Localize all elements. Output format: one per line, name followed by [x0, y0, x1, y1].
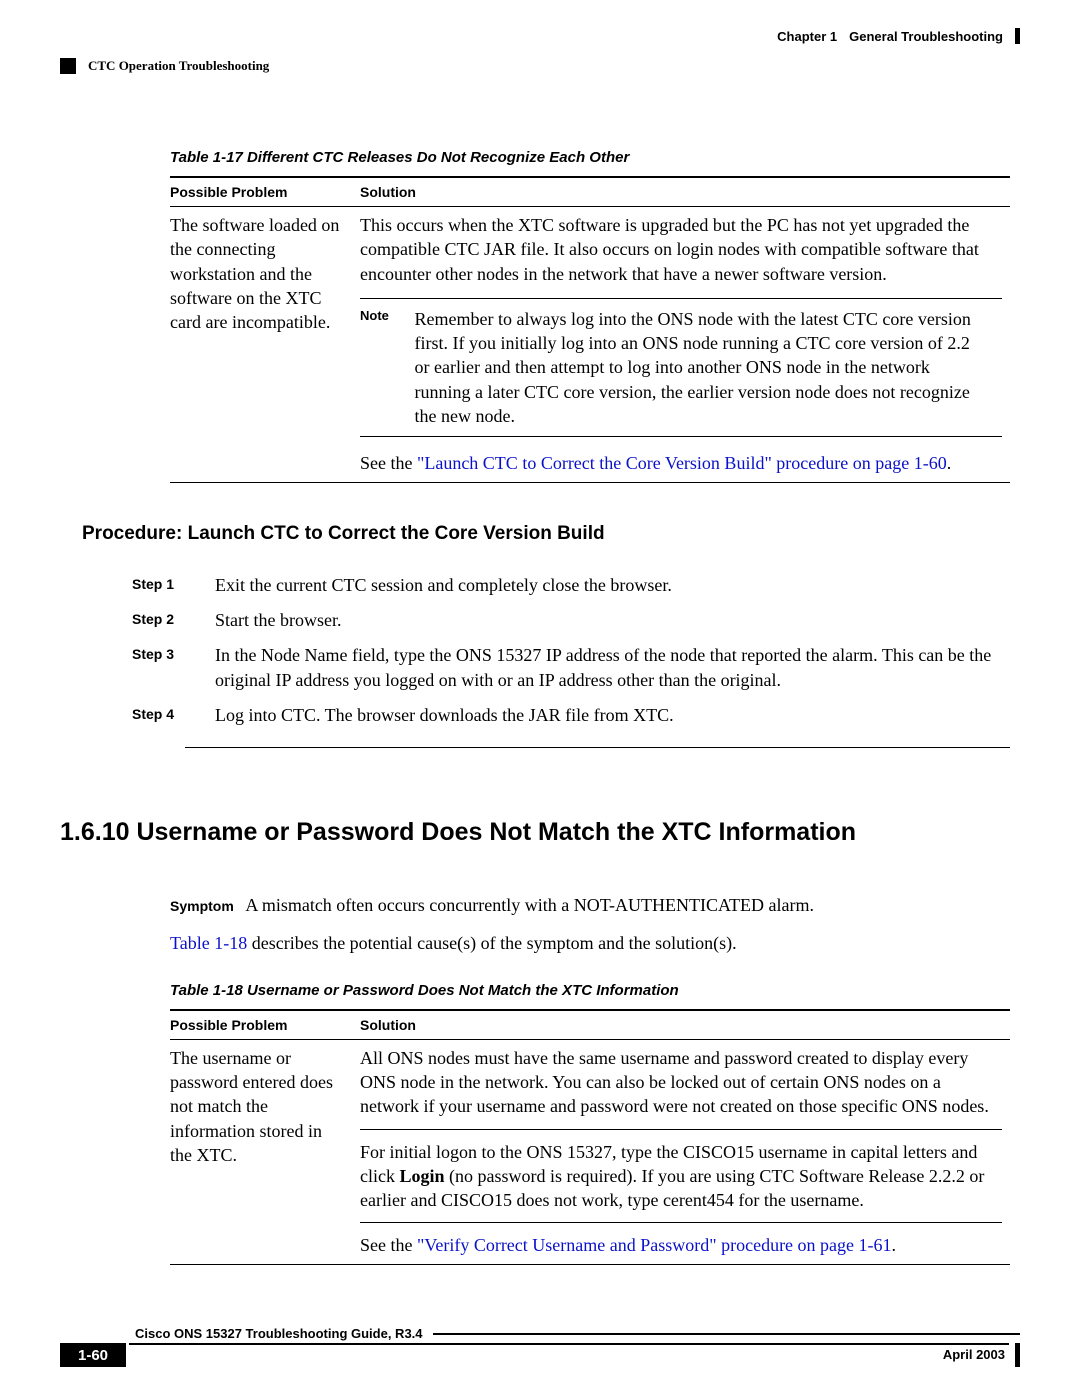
- footer-date: April 2003: [935, 1343, 1009, 1367]
- table18-see: See the "Verify Correct Username and Pas…: [360, 1233, 1002, 1257]
- step-text: In the Node Name field, type the ONS 153…: [215, 643, 1010, 693]
- table18-inner-rule2: [360, 1222, 1002, 1223]
- table18-col1-header: Possible Problem: [170, 1010, 360, 1040]
- note-text: Remember to always log into the ONS node…: [415, 307, 975, 428]
- page-number: 1-60: [60, 1343, 126, 1367]
- table17-note: Note Remember to always log into the ONS…: [360, 298, 1002, 437]
- table18-caption: Table 1-18 Username or Password Does Not…: [170, 982, 1010, 999]
- step-text: Start the browser.: [215, 608, 1010, 633]
- step-row: Step 2 Start the browser.: [132, 608, 1010, 633]
- see-link[interactable]: "Launch CTC to Correct the Core Version …: [417, 453, 947, 473]
- table18-ref-link[interactable]: Table 1-18: [170, 933, 247, 953]
- see-link[interactable]: "Verify Correct Username and Password" p…: [417, 1235, 892, 1255]
- footer-bar-icon: [1015, 1343, 1020, 1367]
- header-section-row: CTC Operation Troubleshooting: [60, 58, 1020, 74]
- footer-doc-title: Cisco ONS 15327 Troubleshooting Guide, R…: [135, 1326, 423, 1341]
- symptom-label: Symptom: [170, 898, 234, 914]
- table18-solution-p2: For initial logon to the ONS 15327, type…: [360, 1140, 1002, 1213]
- step-text: Exit the current CTC session and complet…: [215, 573, 1010, 598]
- table18-solution: All ONS nodes must have the same usernam…: [360, 1039, 1010, 1264]
- table18-problem: The username or password entered does no…: [170, 1039, 360, 1264]
- footer-rule: [433, 1333, 1020, 1335]
- table17-col2-header: Solution: [360, 177, 1010, 207]
- step-label: Step 3: [132, 643, 187, 693]
- header-bar-icon: [1015, 28, 1020, 44]
- procedure-steps: Step 1 Exit the current CTC session and …: [132, 573, 1010, 729]
- step-row: Step 1 Exit the current CTC session and …: [132, 573, 1010, 598]
- table18: Possible Problem Solution The username o…: [170, 1009, 1010, 1265]
- p2c: (no password is required). If you are us…: [360, 1166, 984, 1210]
- step-row: Step 3 In the Node Name field, type the …: [132, 643, 1010, 693]
- table17-solution-p1: This occurs when the XTC software is upg…: [360, 213, 1002, 286]
- chapter-number: Chapter 1: [777, 29, 837, 44]
- step-row: Step 4 Log into CTC. The browser downloa…: [132, 703, 1010, 728]
- see-suffix: .: [947, 453, 952, 473]
- see-prefix: See the: [360, 453, 417, 473]
- table18-solution-p1: All ONS nodes must have the same usernam…: [360, 1046, 1002, 1119]
- symptom-text: A mismatch often occurs concurrently wit…: [245, 895, 814, 915]
- login-bold: Login: [399, 1166, 444, 1186]
- table18-col2-header: Solution: [360, 1010, 1010, 1040]
- section-1610-heading: 1.6.10 Username or Password Does Not Mat…: [60, 818, 1010, 847]
- header-top-row: Chapter 1 General Troubleshooting: [60, 28, 1020, 44]
- step-label: Step 2: [132, 608, 187, 633]
- see-prefix: See the: [360, 1235, 417, 1255]
- chapter-title: General Troubleshooting: [849, 29, 1003, 44]
- table17-col1-header: Possible Problem: [170, 177, 360, 207]
- step-text: Log into CTC. The browser downloads the …: [215, 703, 1010, 728]
- table17: Possible Problem Solution The software l…: [170, 176, 1010, 483]
- header-square-icon: [60, 58, 76, 74]
- section-title: CTC Operation Troubleshooting: [88, 58, 269, 74]
- procedure-end-rule: [185, 747, 1010, 748]
- step-label: Step 4: [132, 703, 187, 728]
- step-label: Step 1: [132, 573, 187, 598]
- procedure-heading: Procedure: Launch CTC to Correct the Cor…: [82, 523, 1010, 545]
- table17-solution: This occurs when the XTC software is upg…: [360, 207, 1010, 483]
- note-label: Note: [360, 307, 410, 325]
- table17-problem: The software loaded on the connecting wo…: [170, 207, 360, 483]
- symptom-block: Symptom A mismatch often occurs concurre…: [170, 892, 1010, 919]
- see-suffix: .: [892, 1235, 897, 1255]
- table18-intro-suffix: describes the potential cause(s) of the …: [247, 933, 736, 953]
- table17-see: See the "Launch CTC to Correct the Core …: [360, 443, 1002, 475]
- table18-intro: Table 1-18 describes the potential cause…: [170, 933, 1010, 954]
- table17-caption: Table 1-17 Different CTC Releases Do Not…: [170, 149, 1010, 166]
- table18-inner-rule: [360, 1129, 1002, 1130]
- page-footer: Cisco ONS 15327 Troubleshooting Guide, R…: [60, 1326, 1020, 1367]
